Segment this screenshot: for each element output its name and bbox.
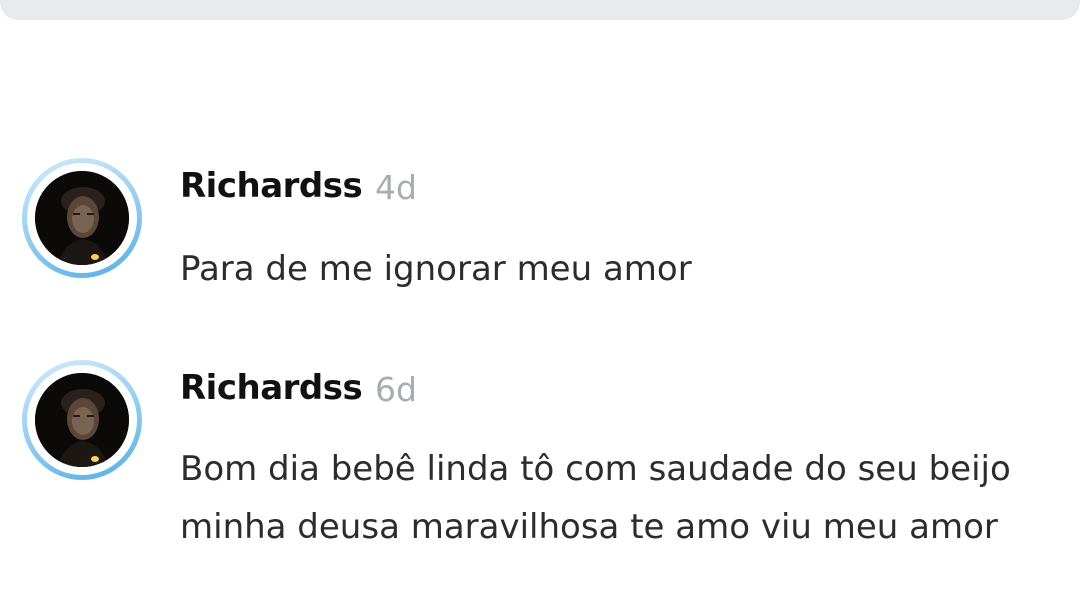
avatar-photo xyxy=(35,373,129,467)
timestamp: 4d xyxy=(375,168,417,207)
top-panel-edge xyxy=(0,0,1080,20)
timestamp: 6d xyxy=(375,370,417,409)
comment-text: Bom dia bebê linda tô com saudade do seu… xyxy=(180,449,1011,547)
avatar-photo xyxy=(35,171,129,265)
username[interactable]: Richardss xyxy=(180,166,363,206)
username[interactable]: Richardss xyxy=(180,368,363,408)
avatar[interactable] xyxy=(22,360,142,480)
avatar[interactable] xyxy=(22,158,142,278)
comment-text: Para de me ignorar meu amor xyxy=(180,249,692,289)
